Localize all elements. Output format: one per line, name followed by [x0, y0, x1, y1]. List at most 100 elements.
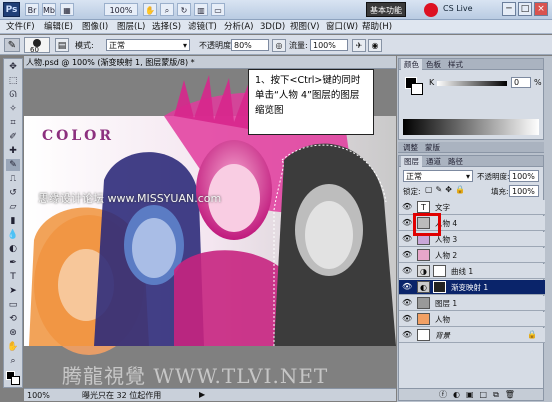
zoom-level-dropdown[interactable]: 100% [104, 3, 138, 16]
bridge-icon[interactable]: Br [25, 3, 39, 16]
tab-layers[interactable]: 图层 [401, 156, 422, 167]
brush-tool-preset-icon[interactable]: ✎ [4, 38, 20, 52]
mini-bridge-icon[interactable]: Mb [42, 3, 56, 16]
pressure-size-icon[interactable]: ◉ [368, 39, 382, 52]
gradient-tool-icon[interactable]: ▮ [6, 215, 20, 227]
layer-row[interactable]: 👁 人物 [399, 312, 545, 327]
eye-icon[interactable]: 👁 [402, 250, 412, 260]
path-select-tool-icon[interactable]: ➤ [6, 285, 20, 297]
layer-row[interactable]: 👁 图层 1 [399, 296, 545, 311]
brush-picker[interactable]: 60 [24, 37, 50, 54]
eye-icon[interactable]: 👁 [402, 234, 412, 244]
screen-mode-icon[interactable]: ▭ [211, 3, 225, 16]
menu-file[interactable]: 文件(F) [6, 21, 35, 33]
layer-row[interactable]: 👁 ◑ 曲线 1 [399, 264, 545, 279]
cs-live-label[interactable]: CS Live [443, 4, 473, 13]
hand-tool-icon[interactable]: ✋ [6, 341, 20, 353]
minimize-button[interactable]: ─ [502, 2, 516, 16]
blend-mode-select[interactable]: 正常 ▾ [403, 170, 473, 182]
pen-tool-icon[interactable]: ✒ [6, 257, 20, 269]
tab-paths[interactable]: 路径 [445, 156, 466, 167]
status-arrow-icon[interactable]: ▶ [199, 390, 205, 399]
lasso-tool-icon[interactable]: ᘏ [6, 89, 20, 101]
options-bar: ✎ 60 ▤ 模式: 正常 ▾ 不透明度: 80% ◎ 流量: 100% ✈ ◉ [0, 35, 552, 55]
tab-adjustments[interactable]: 调整 [400, 142, 421, 153]
eraser-tool-icon[interactable]: ▱ [6, 201, 20, 213]
marquee-tool-icon[interactable]: ⬚ [6, 75, 20, 87]
menu-layer[interactable]: 图层(L) [117, 21, 145, 33]
menu-analysis[interactable]: 分析(A) [224, 21, 253, 33]
tab-masks[interactable]: 蒙版 [422, 142, 443, 153]
layer-thumbnail[interactable] [417, 329, 430, 341]
zoom-icon[interactable]: ⌕ [160, 3, 174, 16]
brush-tool-icon[interactable]: ✎ [6, 159, 20, 171]
eye-icon[interactable]: 👁 [402, 282, 412, 292]
history-brush-tool-icon[interactable]: ↺ [6, 187, 20, 199]
3d-rotate-tool-icon[interactable]: ⟲ [6, 313, 20, 325]
menu-3d[interactable]: 3D(D) [260, 21, 285, 33]
background-color-swatch[interactable] [11, 376, 20, 385]
menu-edit[interactable]: 编辑(E) [44, 21, 73, 33]
menu-help[interactable]: 帮助(H) [362, 21, 392, 33]
layer-row[interactable]: 👁 背景 🔒 [399, 328, 545, 343]
menu-window[interactable]: 窗口(W) [326, 21, 358, 33]
arrange-documents-icon[interactable]: ▥ [194, 3, 208, 16]
flow-input[interactable]: 100% [310, 39, 348, 51]
layer-mask-thumbnail[interactable] [433, 265, 446, 277]
close-button[interactable]: × [534, 2, 548, 16]
quick-select-tool-icon[interactable]: ✧ [6, 103, 20, 115]
color-bg-swatch[interactable] [411, 83, 423, 95]
layer-row[interactable]: 👁 人物 2 [399, 248, 545, 263]
type-tool-icon[interactable]: T [6, 271, 20, 283]
hand-icon[interactable]: ✋ [143, 3, 157, 16]
shape-tool-icon[interactable]: ▭ [6, 299, 20, 311]
menu-filter[interactable]: 滤镜(T) [188, 21, 217, 33]
airbrush-icon[interactable]: ✈ [352, 39, 366, 52]
eye-icon[interactable]: 👁 [402, 218, 412, 228]
menu-image[interactable]: 图像(I) [82, 21, 108, 33]
k-slider[interactable] [437, 81, 507, 86]
layer-row-selected[interactable]: 👁 ◐ 渐变映射 1 [399, 280, 545, 295]
fill-input[interactable]: 100% [509, 185, 539, 197]
eyedropper-tool-icon[interactable]: ✐ [6, 131, 20, 143]
pressure-opacity-icon[interactable]: ◎ [272, 39, 286, 52]
eye-icon[interactable]: 👁 [402, 330, 412, 340]
maximize-button[interactable]: □ [518, 2, 532, 16]
dodge-tool-icon[interactable]: ◐ [6, 243, 20, 255]
workspace-button[interactable]: 基本功能 [366, 2, 406, 17]
eye-icon[interactable]: 👁 [402, 202, 412, 212]
clone-stamp-tool-icon[interactable]: ⎍ [6, 173, 20, 185]
tab-styles[interactable]: 样式 [445, 59, 466, 70]
color-ramp[interactable] [403, 119, 539, 135]
eye-icon[interactable]: 👁 [402, 314, 412, 324]
eye-icon[interactable]: 👁 [402, 298, 412, 308]
tab-swatches[interactable]: 色板 [423, 59, 444, 70]
rotate-view-icon[interactable]: ↻ [177, 3, 191, 16]
document-tab[interactable]: 人物.psd @ 100% (渐变映射 1, 图层蒙版/8) * [24, 56, 396, 69]
brush-panel-icon[interactable]: ▤ [55, 38, 69, 52]
zoom-tool-icon[interactable]: ⌕ [6, 355, 20, 367]
3d-orbit-tool-icon[interactable]: ⊛ [6, 327, 20, 339]
layer-opacity-input[interactable]: 100% [509, 170, 539, 182]
layer-thumbnail[interactable] [417, 297, 430, 309]
layers-footer-icons[interactable]: ⓕ◐▣□⧉🗑 [399, 388, 543, 400]
layer-mask-thumbnail[interactable] [433, 281, 446, 293]
menu-select[interactable]: 选择(S) [152, 21, 181, 33]
k-input[interactable]: 0 [511, 77, 531, 88]
tab-channels[interactable]: 通道 [423, 156, 444, 167]
layer-thumbnail[interactable] [417, 249, 430, 261]
eye-icon[interactable]: 👁 [402, 266, 412, 276]
mode-select[interactable]: 正常 ▾ [106, 39, 190, 51]
blur-tool-icon[interactable]: 💧 [6, 229, 20, 241]
layer-thumbnail[interactable] [417, 313, 430, 325]
view-extras-icon[interactable]: ▦ [60, 3, 74, 16]
menu-view[interactable]: 视图(V) [290, 21, 319, 33]
crop-tool-icon[interactable]: ⌗ [6, 117, 20, 129]
tab-color[interactable]: 颜色 [401, 59, 422, 70]
lock-icon: 🔒 [527, 330, 537, 339]
opacity-input[interactable]: 80% [231, 39, 269, 51]
move-tool-icon[interactable]: ✥ [6, 61, 20, 73]
lock-icons[interactable]: ▢✎✥🔒 [425, 185, 468, 194]
status-zoom[interactable]: 100% [27, 390, 50, 401]
healing-brush-tool-icon[interactable]: ✚ [6, 145, 20, 157]
